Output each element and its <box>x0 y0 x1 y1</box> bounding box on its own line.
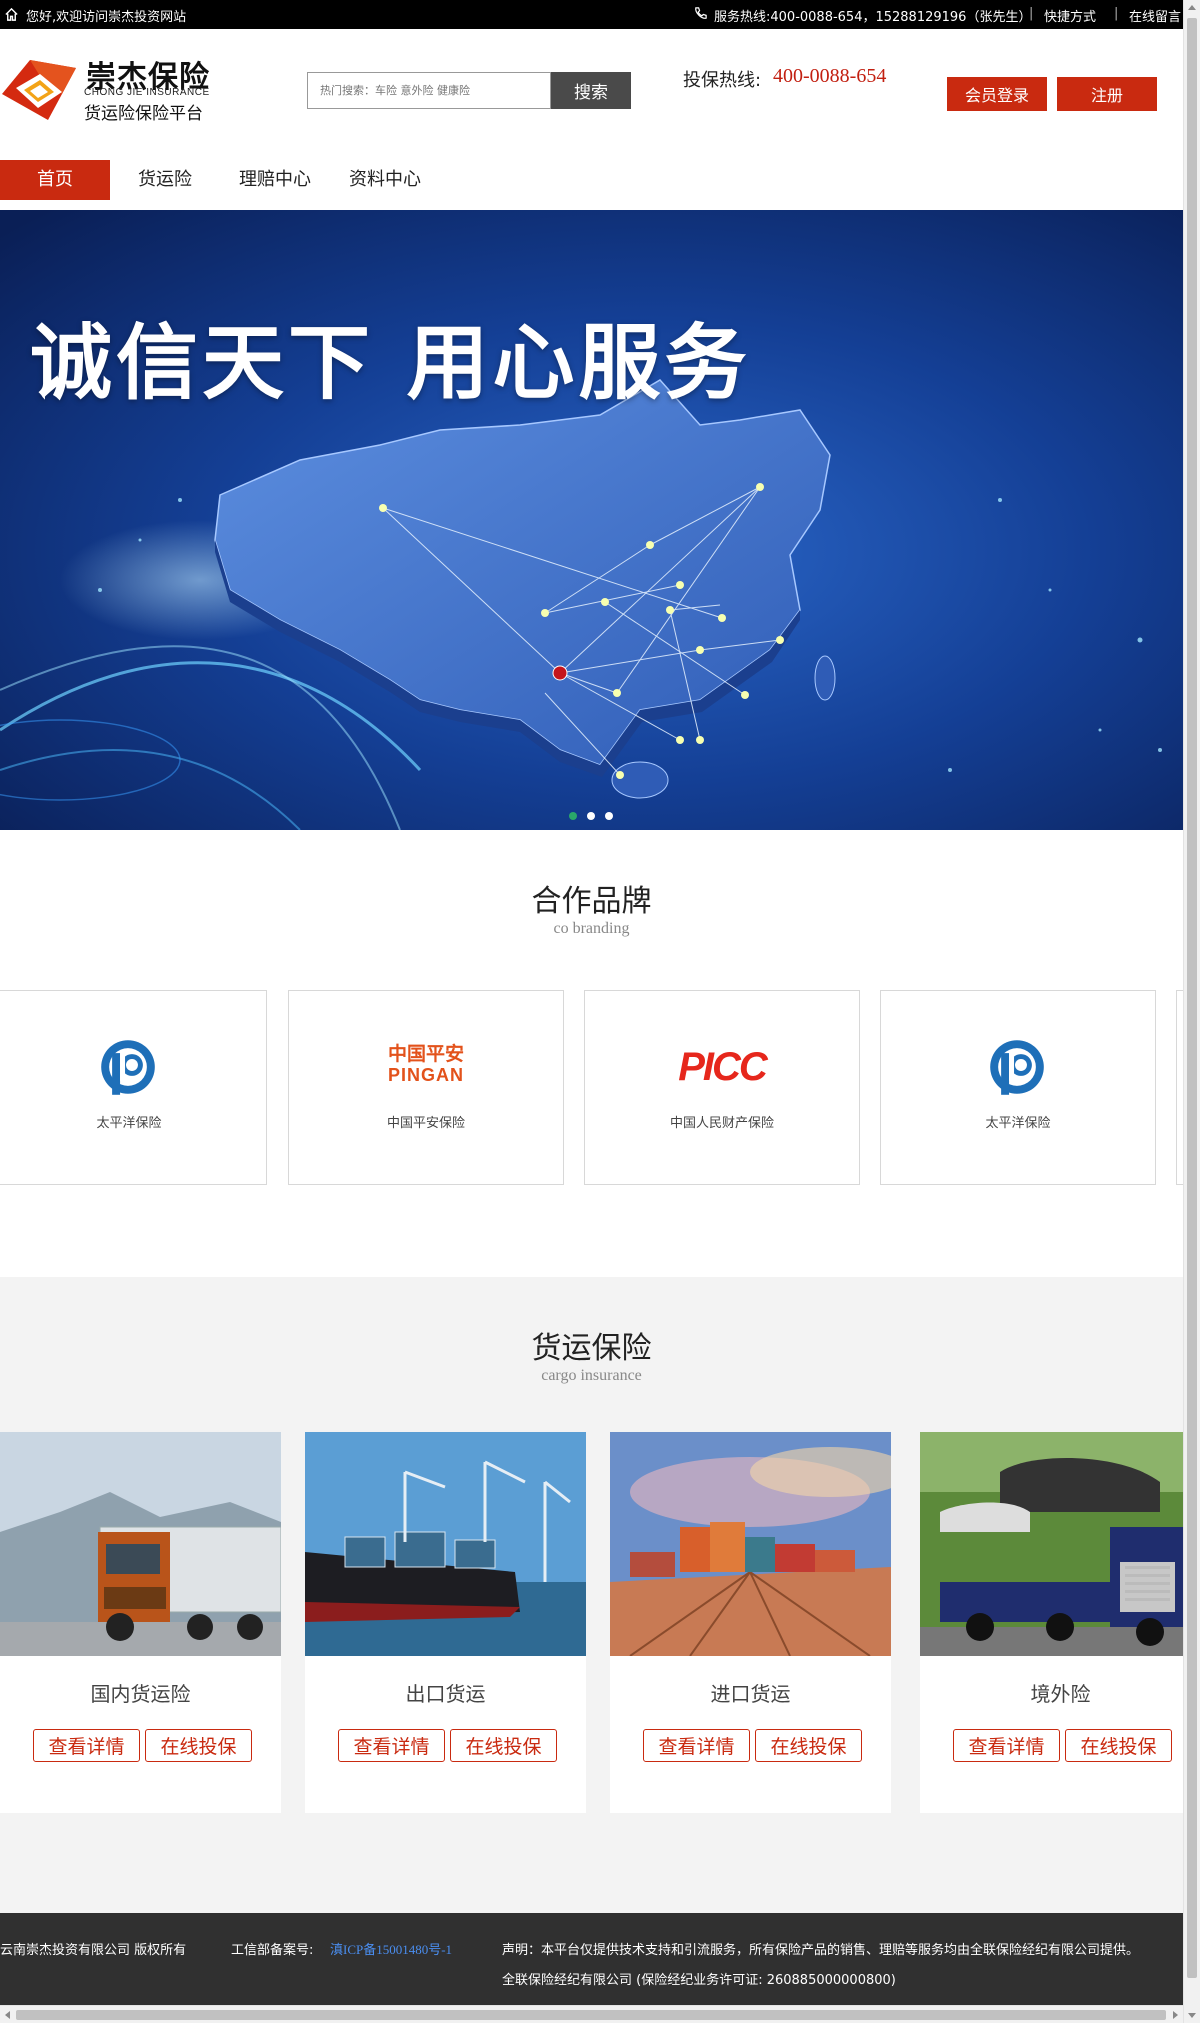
cpic-logo-icon <box>101 1040 155 1095</box>
cargo-card-title: 国内货运险 <box>90 1682 191 1706</box>
logo-text: 中国平安 <box>387 1043 464 1065</box>
banner-title: 诚信天下 用心服务 <box>30 316 751 411</box>
phone-icon <box>695 7 707 19</box>
footer-icp-label: 工信部备案号: <box>231 1943 314 1958</box>
cargo-card-title: 境外险 <box>1030 1682 1091 1706</box>
login-button[interactable]: 会员登录 <box>947 77 1047 111</box>
brand-card[interactable]: PICC 中国人民财产保险 <box>584 990 860 1185</box>
cargo-card: 国内货运险 查看详情 在线投保 <box>0 1432 281 1813</box>
scroll-left-icon[interactable] <box>5 2011 10 2019</box>
brands-title: 合作品牌 <box>531 884 652 919</box>
main-nav: 首页 货运险 理赔中心 资料中心 <box>0 160 1183 200</box>
footer-notice: 声明：本平台仅提供技术支持和引流服务，所有保险产品的销售、理赔等服务均由全联保险… <box>502 1943 1140 1958</box>
vertical-scrollbar[interactable] <box>1183 0 1200 2023</box>
horizontal-scrollbar[interactable] <box>0 2005 1183 2023</box>
brand-name: 中国平安保险 <box>386 1116 465 1131</box>
scrollbar-thumb[interactable] <box>1187 18 1197 1978</box>
divider: | <box>1114 6 1119 21</box>
footer-license: 全联保险经纪有限公司 (保险经纪业务许可证: 260885000000800) <box>502 1973 896 1988</box>
cargo-card: 进口货运 查看详情 在线投保 <box>610 1432 891 1813</box>
scrollbar-thumb[interactable] <box>16 2010 1166 2020</box>
slider-dot[interactable] <box>569 812 577 820</box>
containers-image <box>610 1432 891 1656</box>
footer-icp-link[interactable]: 滇ICP备15001480号-1 <box>330 1939 452 1958</box>
footer-copyright: 云南崇杰投资有限公司 版权所有 <box>0 1943 187 1958</box>
message-link[interactable]: 在线留言 <box>1129 6 1181 25</box>
welcome-text: 您好,欢迎访问崇杰投资网站 <box>26 10 187 25</box>
service-hotline: 服务热线:400-0088-654，15288129196（张先生） <box>714 10 1032 25</box>
cargo-card-title: 出口货运 <box>405 1682 486 1706</box>
apply-online-button[interactable]: 在线投保 <box>145 1729 252 1762</box>
apply-online-button[interactable]: 在线投保 <box>755 1729 862 1762</box>
brand-name: 太平洋保险 <box>96 1116 162 1131</box>
search-button[interactable]: 搜索 <box>551 72 631 109</box>
view-details-button[interactable]: 查看详情 <box>953 1729 1060 1762</box>
brand-card[interactable]: 太平洋保险 <box>880 990 1156 1185</box>
brands-subtitle: co branding <box>553 920 630 937</box>
logo-text: PINGAN <box>387 1065 464 1085</box>
cargo-card: 境外险 查看详情 在线投保 <box>920 1432 1183 1813</box>
cargo-title: 货运保险 <box>531 1331 652 1366</box>
divider: | <box>1029 6 1034 21</box>
hotline-label: 投保热线: <box>683 70 762 91</box>
apply-online-button[interactable]: 在线投保 <box>450 1729 557 1762</box>
scroll-down-icon[interactable] <box>1188 2013 1196 2018</box>
page: 您好,欢迎访问崇杰投资网站 服务热线:400-0088-654，15288129… <box>0 0 1183 2023</box>
logo-text: PICC <box>678 1045 768 1089</box>
pingan-logo-icon: 中国平安 PINGAN <box>289 1039 563 1095</box>
cargo-card: 出口货运 查看详情 在线投保 <box>305 1432 586 1813</box>
quick-links-link[interactable]: 快捷方式 <box>1044 6 1096 25</box>
cpic-logo-icon <box>990 1040 1044 1095</box>
ship-image <box>305 1432 586 1656</box>
register-button[interactable]: 注册 <box>1057 77 1157 111</box>
hero-banner[interactable]: 诚信天下 用心服务 <box>0 210 1183 830</box>
top-bar: 您好,欢迎访问崇杰投资网站 服务热线:400-0088-654，15288129… <box>0 0 1183 29</box>
apply-online-button[interactable]: 在线投保 <box>1065 1729 1172 1762</box>
cargo-subtitle: cargo insurance <box>541 1367 642 1384</box>
view-details-button[interactable]: 查看详情 <box>33 1729 140 1762</box>
scroll-up-icon[interactable] <box>1188 5 1196 10</box>
slider-dot[interactable] <box>587 812 595 820</box>
car-carrier-image <box>920 1432 1183 1656</box>
search-box <box>307 72 551 109</box>
cargo-card-title: 进口货运 <box>710 1682 791 1706</box>
brand-name: 中国人民财产保险 <box>669 1116 774 1131</box>
hotline-number: 400-0088-654 <box>773 65 887 87</box>
scroll-right-icon[interactable] <box>1173 2011 1178 2019</box>
brand-card[interactable] <box>1176 990 1183 1185</box>
truck-image <box>0 1432 281 1656</box>
nav-item-home[interactable]: 首页 <box>0 160 110 200</box>
logo-english: CHONG JIE INSURANCE <box>84 87 210 98</box>
view-details-button[interactable]: 查看详情 <box>643 1729 750 1762</box>
logo-subtitle: 货运险保险平台 <box>84 104 203 124</box>
picc-logo-icon: PICC <box>585 1039 859 1095</box>
search-input[interactable] <box>308 73 550 108</box>
brand-card[interactable]: 中国平安 PINGAN 中国平安保险 <box>288 990 564 1185</box>
nav-item-resources[interactable]: 资料中心 <box>330 160 440 200</box>
slider-dot[interactable] <box>605 812 613 820</box>
nav-item-claims[interactable]: 理赔中心 <box>220 160 330 200</box>
brand-card[interactable]: 太平洋保险 <box>0 990 267 1185</box>
view-details-button[interactable]: 查看详情 <box>338 1729 445 1762</box>
nav-item-cargo[interactable]: 货运险 <box>110 160 220 200</box>
logo-icon[interactable] <box>0 54 78 126</box>
brand-name: 太平洋保险 <box>985 1116 1051 1131</box>
footer: 云南崇杰投资有限公司 版权所有 工信部备案号: 滇ICP备15001480号-1… <box>0 1913 1183 2005</box>
home-icon[interactable] <box>4 7 19 22</box>
